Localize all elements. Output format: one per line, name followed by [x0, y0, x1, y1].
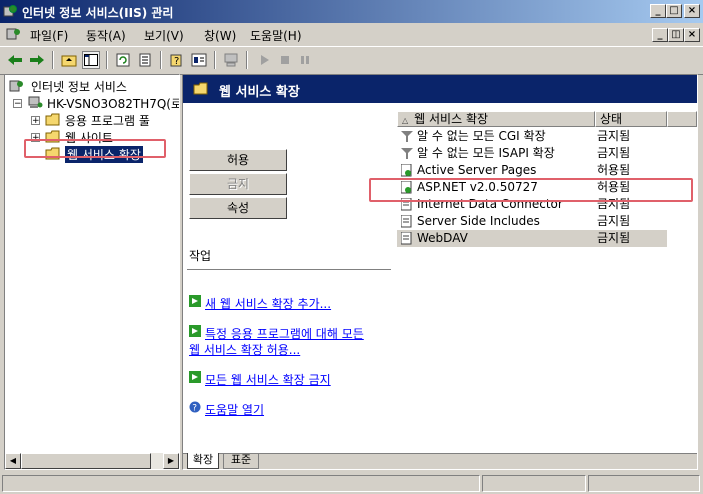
column-header-status[interactable]: 상태 [595, 111, 667, 127]
column-header-filler [667, 111, 697, 127]
doc-close-button[interactable]: × [684, 28, 700, 42]
status-panel-main [2, 475, 480, 492]
highlight-box-tree [24, 139, 166, 158]
filter-icon [401, 131, 413, 142]
tree-item-label: 응용 프로그램 풀 [65, 114, 150, 128]
show-tree-icon[interactable] [82, 51, 100, 69]
help-icon[interactable]: ? [168, 51, 186, 69]
tasks-divider [187, 269, 391, 271]
iis-app-icon [3, 5, 17, 17]
scroll-right-icon[interactable]: ▶ [163, 453, 179, 469]
menu-action[interactable]: 동작(A) [86, 27, 126, 44]
allow-all-for-app-link[interactable]: 특정 응용 프로그램에 대해 모든 [205, 325, 364, 342]
list-item[interactable]: Active Server Pages 허용됨 [397, 162, 667, 179]
allow-all-for-app-link-line2[interactable]: 웹 서비스 확장 허용... [189, 341, 300, 358]
highlight-box-aspnet [369, 178, 693, 202]
filter-icon [401, 148, 413, 159]
server-icon [28, 96, 43, 108]
deny-all-link[interactable]: 모든 웹 서비스 확장 금지 [205, 371, 331, 388]
tasks-title: 작업 [189, 249, 212, 263]
doc-minimize-button[interactable]: _ [652, 28, 668, 42]
sort-up-icon: △ [402, 116, 409, 125]
tree-root-label: 인터넷 정보 서비스 [31, 80, 127, 94]
scroll-left-icon[interactable]: ◀ [5, 453, 21, 469]
folder-icon [45, 113, 60, 126]
deny-button[interactable]: 금지 [189, 173, 287, 195]
refresh-icon[interactable] [114, 51, 132, 69]
menu-bar: 파일(F) 동작(A) 보기(V) 창(W) 도움말(H) _ ◫ × [0, 23, 703, 45]
menu-view[interactable]: 보기(V) [144, 27, 184, 44]
green-arrow-icon [189, 325, 201, 337]
open-help-link[interactable]: 도움말 열기 [205, 401, 264, 418]
view-tabs: 확장 표준 [183, 453, 697, 469]
details-header: 웹 서비스 확장 [183, 75, 697, 103]
list-item[interactable]: 알 수 없는 모든 CGI 확장 금지됨 [397, 128, 667, 145]
extension-denied-icon [401, 232, 412, 245]
doc-restore-button[interactable]: ◫ [668, 28, 684, 42]
properties-icon[interactable] [190, 51, 208, 69]
window-title: 인터넷 정보 서비스(IIS) 관리 [22, 6, 174, 20]
menu-file[interactable]: 파일(F) [30, 27, 68, 44]
expand-icon[interactable]: + [31, 116, 40, 126]
export-list-icon[interactable] [136, 51, 154, 69]
minimize-button[interactable]: _ [650, 4, 666, 18]
tree-server-label: HK-VSNO3O82TH7Q(로 [47, 97, 180, 111]
menu-window[interactable]: 창(W) [204, 27, 236, 44]
details-pane: 웹 서비스 확장 허용 금지 속성 작업 새 웹 서비스 확장 추가... 특정… [182, 74, 698, 470]
computer-icon[interactable] [222, 51, 240, 69]
up-folder-icon[interactable] [60, 51, 78, 69]
mmc-document-icon[interactable] [6, 27, 22, 41]
green-arrow-icon [189, 371, 201, 383]
back-arrow-icon[interactable] [6, 51, 24, 69]
add-extension-link[interactable]: 새 웹 서비스 확장 추가... [205, 295, 331, 312]
toolbar: ? [0, 46, 703, 75]
status-bar [0, 472, 703, 494]
status-panel-3 [588, 475, 700, 492]
tree-hscrollbar[interactable]: ◀ ▶ [5, 453, 179, 469]
play-icon[interactable] [256, 51, 274, 69]
help-circle-icon: ? [189, 401, 201, 413]
stop-icon[interactable] [276, 51, 294, 69]
collapse-icon[interactable]: − [13, 99, 22, 109]
pause-icon[interactable] [296, 51, 314, 69]
green-arrow-icon [189, 295, 201, 307]
list-item[interactable]: 알 수 없는 모든 ISAPI 확장 금지됨 [397, 145, 667, 162]
menu-help[interactable]: 도움말(H) [250, 27, 302, 44]
extension-allowed-icon [401, 164, 412, 177]
tree-pane: 인터넷 정보 서비스 − HK-VSNO3O82TH7Q(로 + 응용 프로그램… [4, 74, 180, 470]
allow-button[interactable]: 허용 [189, 149, 287, 171]
maximize-button[interactable]: □ [666, 4, 682, 18]
iis-root-icon [9, 80, 23, 92]
list-item[interactable]: Server Side Includes 금지됨 [397, 213, 667, 230]
close-button[interactable]: × [684, 4, 700, 18]
details-header-title: 웹 서비스 확장 [219, 85, 300, 100]
svg-text:?: ? [174, 56, 179, 67]
tab-standard[interactable]: 표준 [223, 453, 259, 469]
column-header-name[interactable]: △ 웹 서비스 확장 [397, 111, 595, 127]
list-item-selected[interactable]: WebDAV 금지됨 [397, 230, 667, 247]
forward-arrow-icon[interactable] [28, 51, 46, 69]
status-panel-2 [482, 475, 586, 492]
folder-icon [193, 82, 208, 95]
title-bar: 인터넷 정보 서비스(IIS) 관리 _ □ × [0, 0, 703, 23]
tab-extended[interactable]: 확장 [187, 453, 219, 469]
svg-text:?: ? [192, 404, 197, 414]
extension-denied-icon [401, 215, 412, 228]
scroll-thumb[interactable] [21, 453, 151, 469]
properties-button[interactable]: 속성 [189, 197, 287, 219]
